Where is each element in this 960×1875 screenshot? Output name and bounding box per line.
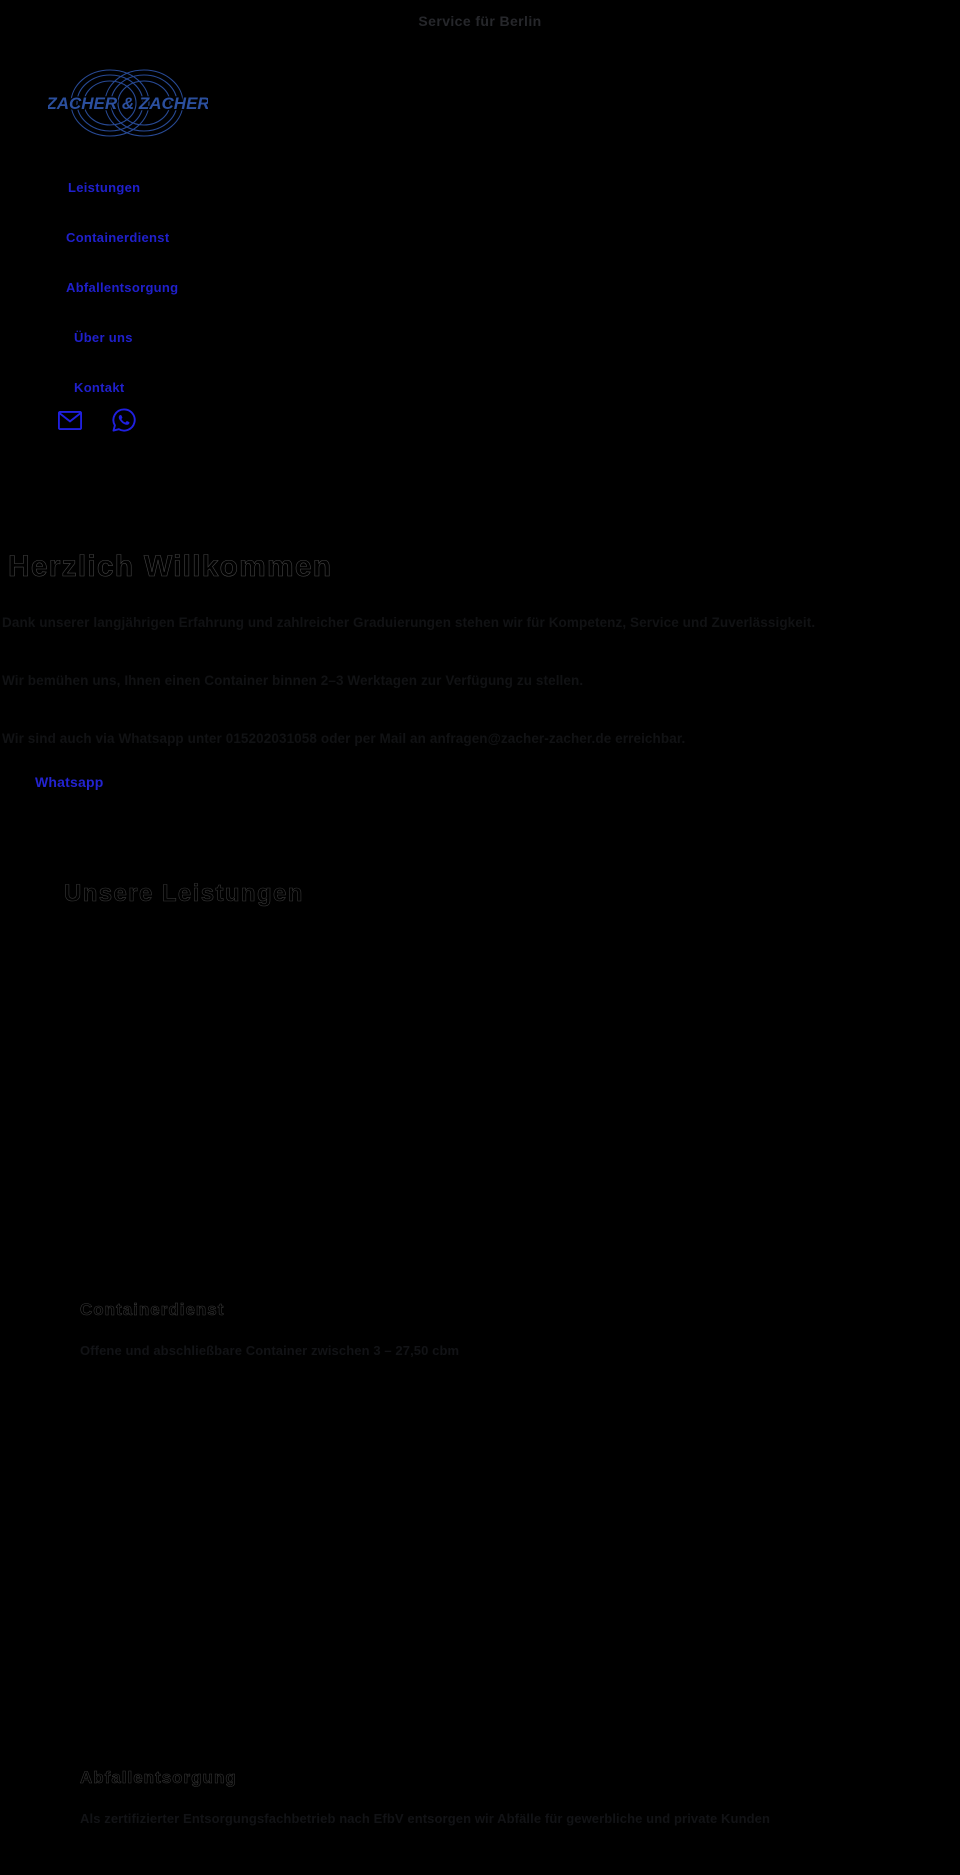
intro-paragraph-1: Dank unserer langjährigen Erfahrung und … <box>2 615 816 630</box>
page-root: Service für Berlin ZACHER & ZACHER Leist… <box>0 0 960 1875</box>
nav-item-leistungen[interactable]: Leistungen <box>0 180 360 230</box>
intro-paragraph-2: Wir bemühen uns, Ihnen einen Container b… <box>2 673 584 688</box>
service-title-containerdienst: Containerdienst <box>80 1300 225 1320</box>
intro-paragraph-3: Wir sind auch via Whatsapp unter 0152020… <box>2 731 686 746</box>
topbar: Service für Berlin <box>0 0 960 42</box>
service-description-abfallentsorgung: Als zertifizierter Entsorgungsfachbetrie… <box>80 1811 771 1826</box>
hero-heading: Herzlich Willkommen <box>8 550 333 584</box>
nav-item-containerdienst[interactable]: Containerdienst <box>0 230 360 280</box>
email-link[interactable] <box>58 410 82 430</box>
intro-text-block: Dank unserer langjährigen Erfahrung und … <box>2 608 932 754</box>
envelope-icon <box>58 410 82 430</box>
service-description-containerdienst: Offene und abschließbare Container zwisc… <box>80 1343 460 1358</box>
service-block-containerdienst: Containerdienst Offene und abschließbare… <box>80 1300 900 1364</box>
zacher-zacher-logo-icon: ZACHER & ZACHER <box>48 69 208 137</box>
svg-text:ZACHER & ZACHER: ZACHER & ZACHER <box>48 94 208 113</box>
whatsapp-link[interactable] <box>112 408 136 432</box>
nav-item-kontakt[interactable]: Kontakt <box>0 380 360 430</box>
service-block-abfallentsorgung: Abfallentsorgung Als zertifizierter Ents… <box>80 1768 900 1832</box>
main-navigation: Leistungen Containerdienst Abfallentsorg… <box>0 180 360 430</box>
site-logo[interactable]: ZACHER & ZACHER <box>48 62 208 144</box>
whatsapp-cta-link[interactable]: Whatsapp <box>35 774 104 790</box>
topbar-tagline: Service für Berlin <box>418 13 542 29</box>
nav-item-ueber-uns[interactable]: Über uns <box>0 330 360 380</box>
social-links <box>58 408 136 432</box>
services-section-heading: Unsere Leistungen <box>64 880 304 908</box>
service-title-abfallentsorgung: Abfallentsorgung <box>80 1768 237 1788</box>
nav-item-abfallentsorgung[interactable]: Abfallentsorgung <box>0 280 360 330</box>
whatsapp-icon <box>112 408 136 432</box>
